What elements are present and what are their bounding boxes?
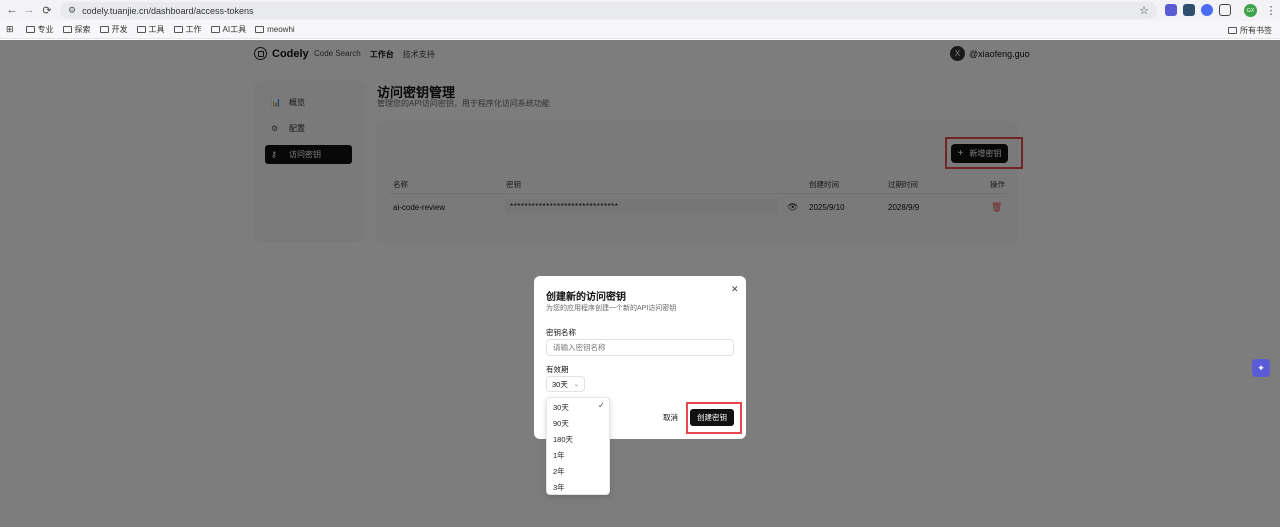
extension-icon-3[interactable] [1201, 4, 1213, 16]
all-bookmarks[interactable]: 所有书签 [1228, 25, 1272, 36]
folder-icon [1228, 27, 1237, 34]
bookmark-label: meowhi [267, 25, 295, 34]
bookmark-label: 开发 [111, 25, 128, 34]
bookmark-label: AI工具 [222, 25, 247, 34]
bookmark-label: 专业 [37, 25, 54, 34]
assistant-float-icon[interactable]: ✦ [1252, 359, 1270, 377]
expiry-option[interactable]: 1年 [553, 450, 565, 461]
expiry-option[interactable]: 30天 [553, 402, 569, 413]
expiry-option[interactable]: 2年 [553, 466, 565, 477]
expiry-select[interactable]: 30天 ⌄ [546, 376, 585, 392]
folder-icon [62, 26, 72, 33]
folder-icon [173, 26, 183, 33]
reload-icon[interactable]: ⟳ [38, 1, 56, 19]
extension-icon-1[interactable] [1165, 4, 1177, 16]
expiry-dropdown: 30天 ✓ 90天 180天 1年 2年 3年 [546, 397, 610, 495]
cancel-button[interactable]: 取消 [655, 409, 686, 426]
folder-icon [99, 26, 109, 33]
profile-avatar[interactable]: GX [1244, 4, 1257, 17]
expiry-option[interactable]: 3年 [553, 482, 565, 493]
key-name-input[interactable]: 请输入密钥名称 [546, 339, 734, 356]
bookmark-label: 工具 [148, 25, 165, 34]
bookmark-folder[interactable]: meowhi [255, 25, 295, 34]
all-bookmarks-label: 所有书签 [1240, 26, 1272, 35]
highlight-box [686, 402, 742, 434]
folder-icon [136, 26, 146, 33]
dialog-description: 为您的应用程序创建一个新的API访问密钥 [546, 305, 677, 312]
folder-icon [210, 26, 220, 33]
bookmark-folder[interactable]: 工具 [136, 24, 165, 35]
key-name-label: 密钥名称 [546, 328, 576, 337]
expiry-option[interactable]: 90天 [553, 418, 569, 429]
bookmark-label: 探索 [74, 25, 91, 34]
bookmark-folder[interactable]: 专业 [25, 24, 54, 35]
profile-initials: GX [1246, 7, 1255, 14]
dialog-title: 创建新的访问密钥 [546, 292, 626, 303]
folder-icon [255, 26, 265, 33]
bookmark-folder[interactable]: 开发 [99, 24, 128, 35]
expiry-label: 有效期 [546, 365, 569, 374]
bookmark-star-icon[interactable]: ☆ [1139, 4, 1149, 17]
url-text: codely.tuanjie.cn/dashboard/access-token… [82, 5, 254, 16]
bookmarks-bar: ⊞ 专业 探索 开发 工具 工作 AI工具 meowhi 所有书签 [0, 21, 1280, 39]
bookmark-label: 工作 [185, 25, 202, 34]
browser-toolbar: ← → ⟳ ⚙ codely.tuanjie.cn/dashboard/acce… [0, 0, 1280, 21]
bookmark-folder[interactable]: 探索 [62, 24, 91, 35]
close-icon[interactable]: ✕ [731, 284, 739, 295]
extensions-puzzle-icon[interactable] [1219, 4, 1231, 16]
expiry-option[interactable]: 180天 [553, 434, 573, 445]
check-icon: ✓ [598, 401, 605, 410]
back-icon[interactable]: ← [3, 1, 21, 19]
chevron-down-icon: ⌄ [573, 381, 579, 388]
extension-icon-2[interactable] [1183, 4, 1195, 16]
apps-grid-icon[interactable]: ⊞ [6, 24, 14, 35]
site-info-icon[interactable]: ⚙ [68, 5, 76, 16]
forward-icon[interactable]: → [20, 1, 38, 19]
bookmark-folder[interactable]: 工作 [173, 24, 202, 35]
folder-icon [25, 26, 35, 33]
expiry-value: 30天 [552, 379, 568, 389]
bookmark-folder[interactable]: AI工具 [210, 24, 247, 35]
menu-icon[interactable]: ⋮ [1262, 1, 1280, 19]
address-bar[interactable]: ⚙ codely.tuanjie.cn/dashboard/access-tok… [60, 2, 1157, 19]
